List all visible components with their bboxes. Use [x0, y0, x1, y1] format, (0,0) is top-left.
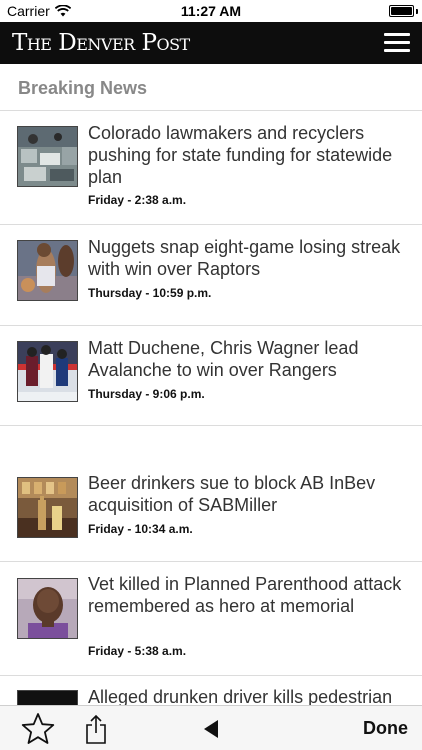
story-thumbnail — [17, 477, 78, 538]
basketball-photo-icon — [18, 241, 77, 300]
story-thumbnail — [17, 341, 78, 402]
back-arrow-icon[interactable] — [201, 719, 221, 739]
battery-icon — [389, 5, 414, 17]
share-icon[interactable] — [84, 714, 108, 744]
story-thumbnail — [17, 240, 78, 301]
story-headline: Vet killed in Planned Parenthood attack … — [88, 574, 402, 616]
hamburger-menu-icon[interactable] — [384, 33, 410, 52]
recycling-photo-icon — [18, 127, 77, 186]
story-item[interactable]: Colorado lawmakers and recyclers pushing… — [0, 111, 422, 225]
story-timestamp: Thursday - 9:06 p.m. — [88, 387, 205, 401]
story-headline: Matt Duchene, Chris Wagner lead Avalanch… — [88, 338, 359, 380]
story-headline: Colorado lawmakers and recyclers pushing… — [88, 123, 393, 187]
story-timestamp: Thursday - 10:59 p.m. — [88, 286, 212, 300]
story-timestamp: Friday - 10:34 a.m. — [88, 522, 193, 536]
story-item[interactable]: Vet killed in Planned Parenthood attack … — [0, 562, 422, 676]
hockey-photo-icon — [18, 342, 77, 401]
story-timestamp: Friday - 2:38 a.m. — [88, 193, 187, 207]
story-thumbnail — [17, 578, 78, 639]
story-timestamp: Friday - 5:38 a.m. — [88, 644, 187, 658]
app-header: The Denver Post — [0, 22, 422, 64]
done-button[interactable]: Done — [363, 718, 408, 739]
star-icon[interactable] — [20, 711, 56, 747]
portrait-photo-icon — [18, 579, 77, 638]
beer-photo-icon — [18, 478, 77, 537]
status-bar: Carrier 11:27 AM — [0, 0, 422, 22]
story-headline: Nuggets snap eight-game losing streak wi… — [88, 237, 401, 279]
newspaper-logo: The Denver Post — [12, 30, 190, 56]
story-headline: Beer drinkers sue to block AB InBev acqu… — [88, 473, 376, 515]
bottom-toolbar: Done — [0, 705, 422, 750]
story-thumbnail — [17, 126, 78, 187]
story-item[interactable]: Nuggets snap eight-game losing streak wi… — [0, 225, 422, 326]
story-item[interactable]: Matt Duchene, Chris Wagner lead Avalanch… — [0, 326, 422, 426]
section-title: Breaking News — [18, 78, 148, 98]
section-header: Breaking News — [0, 64, 422, 111]
story-item[interactable]: Beer drinkers sue to block AB InBev acqu… — [0, 426, 422, 562]
battery-tip — [416, 9, 418, 14]
clock: 11:27 AM — [180, 3, 242, 19]
